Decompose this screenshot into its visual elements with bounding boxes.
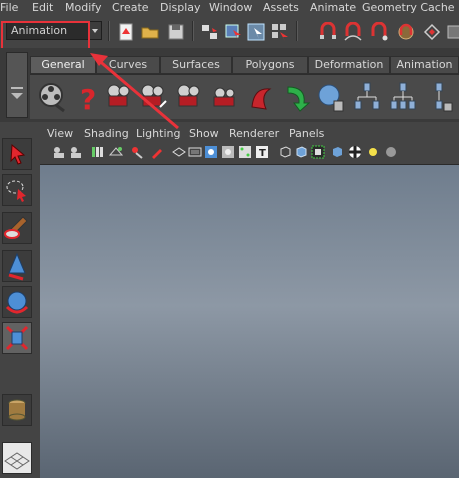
annotation-arrow-icon [90,53,179,130]
